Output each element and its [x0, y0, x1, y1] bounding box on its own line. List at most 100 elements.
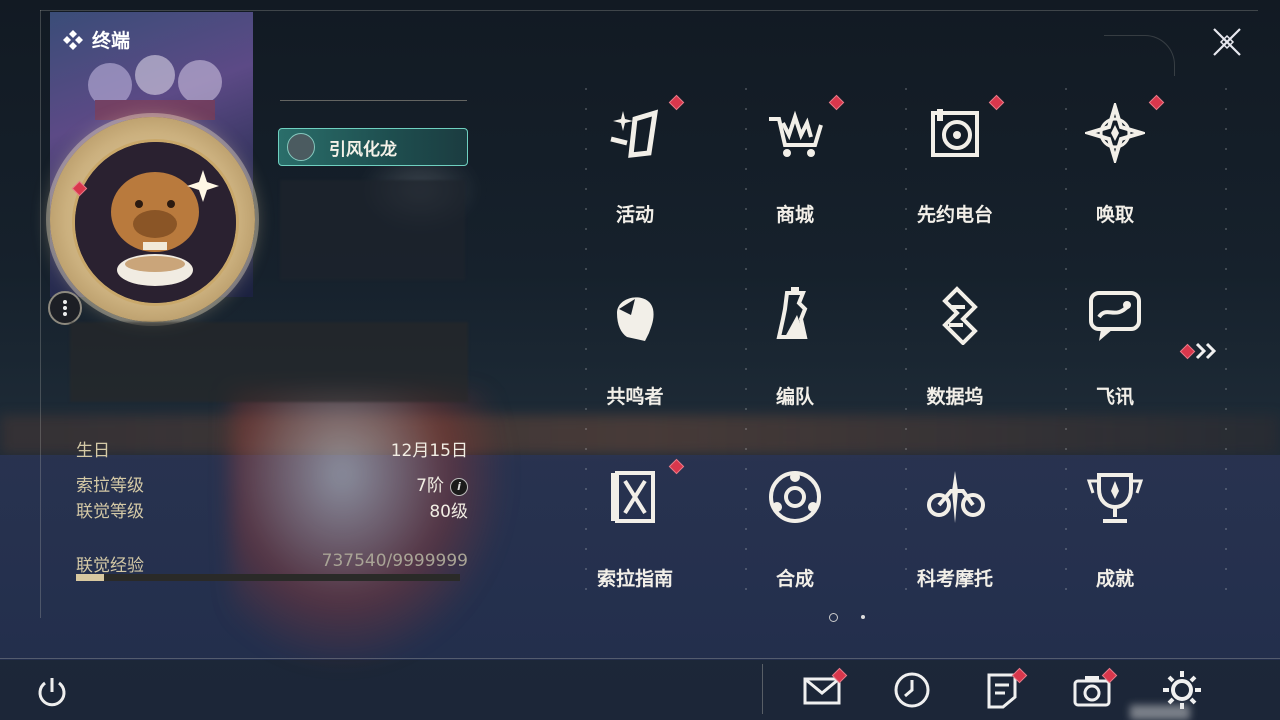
grid-guide-dot — [1225, 168, 1227, 170]
mail-button[interactable] — [800, 667, 848, 712]
grid-guide-dot — [1225, 328, 1227, 330]
stat-value-wrap: 7阶 i — [416, 471, 468, 496]
stat-row-union-level: 联觉等级 80级 — [76, 497, 468, 523]
menu-item[interactable]: 索拉指南 — [555, 452, 715, 622]
redacted-signature — [70, 322, 468, 402]
data-bank-icon — [942, 286, 978, 345]
avatar[interactable] — [48, 117, 255, 325]
power-icon — [38, 678, 66, 707]
stat-value: 80级 — [429, 502, 468, 522]
exp-value: 737540/9999999 — [321, 551, 468, 571]
grid-guide-dot — [745, 448, 747, 450]
frame-curve — [1104, 35, 1175, 76]
terminal-title: 终端 — [62, 26, 130, 53]
exp-row: 联觉经验 737540/9999999 — [76, 551, 468, 576]
grid-guide-dot — [1225, 468, 1227, 470]
notification-badge — [828, 94, 845, 111]
grid-guide-dot — [1225, 88, 1227, 90]
grid-guide-dot — [1225, 248, 1227, 250]
grid-guide-dot — [1225, 108, 1227, 110]
menu-item[interactable]: 合成 — [715, 452, 875, 622]
grid-guide-dot — [1225, 488, 1227, 490]
next-page-button[interactable] — [1179, 338, 1222, 364]
menu-item[interactable]: 先约电台 — [875, 88, 1035, 258]
profile-options-button[interactable] — [48, 291, 82, 325]
menu-item-label: 成就 — [1095, 568, 1134, 590]
title-badge[interactable]: 引风化龙 — [278, 128, 468, 166]
notification-badge — [668, 458, 685, 475]
frame-left-line — [40, 10, 41, 618]
menu-item[interactable]: 飞讯 — [1035, 270, 1195, 440]
bottom-divider-line — [0, 658, 1280, 659]
grid-guide-dot — [1225, 428, 1227, 430]
menu-item-label: 数据坞 — [926, 386, 984, 408]
capybara-avatar-icon — [75, 142, 236, 303]
menu-item[interactable]: 商城 — [715, 88, 875, 258]
clock-icon — [894, 672, 930, 708]
page-indicator — [825, 610, 875, 624]
grid-guide-dot — [1225, 128, 1227, 130]
menu-item[interactable]: 科考摩托 — [875, 452, 1035, 622]
avatar-portrait — [72, 139, 239, 306]
menu-item-label: 索拉指南 — [596, 568, 673, 590]
menu-item[interactable]: 编队 — [715, 270, 875, 440]
grid-guide-dot — [1225, 388, 1227, 390]
stat-row-birthday: 生日 12月15日 — [76, 436, 468, 462]
stat-row-sola-level: 索拉等级 7阶 i — [76, 471, 468, 497]
chess-team-icon — [776, 287, 808, 339]
page-dot[interactable] — [861, 615, 865, 619]
grid-guide-dot — [1225, 548, 1227, 550]
grid-guide-dot — [1225, 268, 1227, 270]
summon-compass-icon — [1085, 103, 1145, 163]
menu-item[interactable]: 数据坞 — [875, 270, 1035, 440]
exp-progress-fill — [76, 574, 105, 581]
menu-item[interactable]: 活动 — [555, 88, 715, 258]
power-button[interactable] — [33, 673, 71, 711]
grid-guide-dot — [1225, 288, 1227, 290]
menu-item-label: 先约电台 — [916, 204, 993, 226]
stat-value: 12月15日 — [390, 441, 468, 461]
menu-item-label: 合成 — [775, 568, 814, 590]
grid-guide-dot — [585, 448, 587, 450]
grid-guide-dot — [1225, 588, 1227, 590]
resonator-head-icon — [617, 297, 654, 341]
stat-label: 联觉等级 — [76, 502, 144, 522]
grid-guide-dot — [1225, 568, 1227, 570]
menu-item-label: 编队 — [775, 386, 814, 408]
clock-button[interactable] — [890, 668, 934, 712]
menu-item-label: 活动 — [615, 204, 654, 226]
menu-item-label: 商城 — [775, 204, 814, 226]
grid-guide-dot — [1225, 348, 1227, 350]
bottom-vertical-divider — [762, 664, 763, 714]
radio-turntable-icon — [931, 109, 979, 157]
close-button[interactable] — [1207, 22, 1247, 62]
menu-item-label: 科考摩托 — [916, 568, 993, 590]
redacted-name — [280, 180, 465, 280]
close-icon — [1213, 28, 1241, 56]
title-badge-icon — [287, 133, 315, 161]
menu-item-label: 共鸣者 — [606, 386, 664, 408]
shop-cart-icon — [769, 110, 823, 157]
camera-button[interactable] — [1070, 667, 1118, 712]
menu-item[interactable]: 唤取 — [1035, 88, 1195, 258]
grid-guide-dot — [1225, 228, 1227, 230]
diamond-cluster-icon — [63, 29, 83, 50]
synthesis-circle-icon — [769, 471, 821, 523]
info-icon[interactable]: i — [450, 478, 468, 496]
stat-value: 7阶 — [416, 476, 444, 496]
notes-button[interactable] — [980, 667, 1028, 712]
grid-guide-dot — [1225, 508, 1227, 510]
more-vertical-icon — [63, 300, 67, 316]
menu-item-label: 唤取 — [1095, 204, 1134, 226]
grid-guide-dot — [1225, 448, 1227, 450]
menu-item[interactable]: 共鸣者 — [555, 270, 715, 440]
page-dot-active[interactable] — [829, 613, 838, 622]
profile-stats: 生日 12月15日 索拉等级 7阶 i 联觉等级 80级 — [76, 436, 468, 523]
grid-guide-dot — [1225, 368, 1227, 370]
menu-item[interactable]: 成就 — [1035, 452, 1195, 622]
message-chat-icon — [1089, 291, 1141, 341]
notification-badge — [668, 94, 685, 111]
trophy-icon — [1086, 473, 1144, 523]
grid-guide-dot — [1225, 528, 1227, 530]
motorbike-icon — [927, 471, 985, 523]
